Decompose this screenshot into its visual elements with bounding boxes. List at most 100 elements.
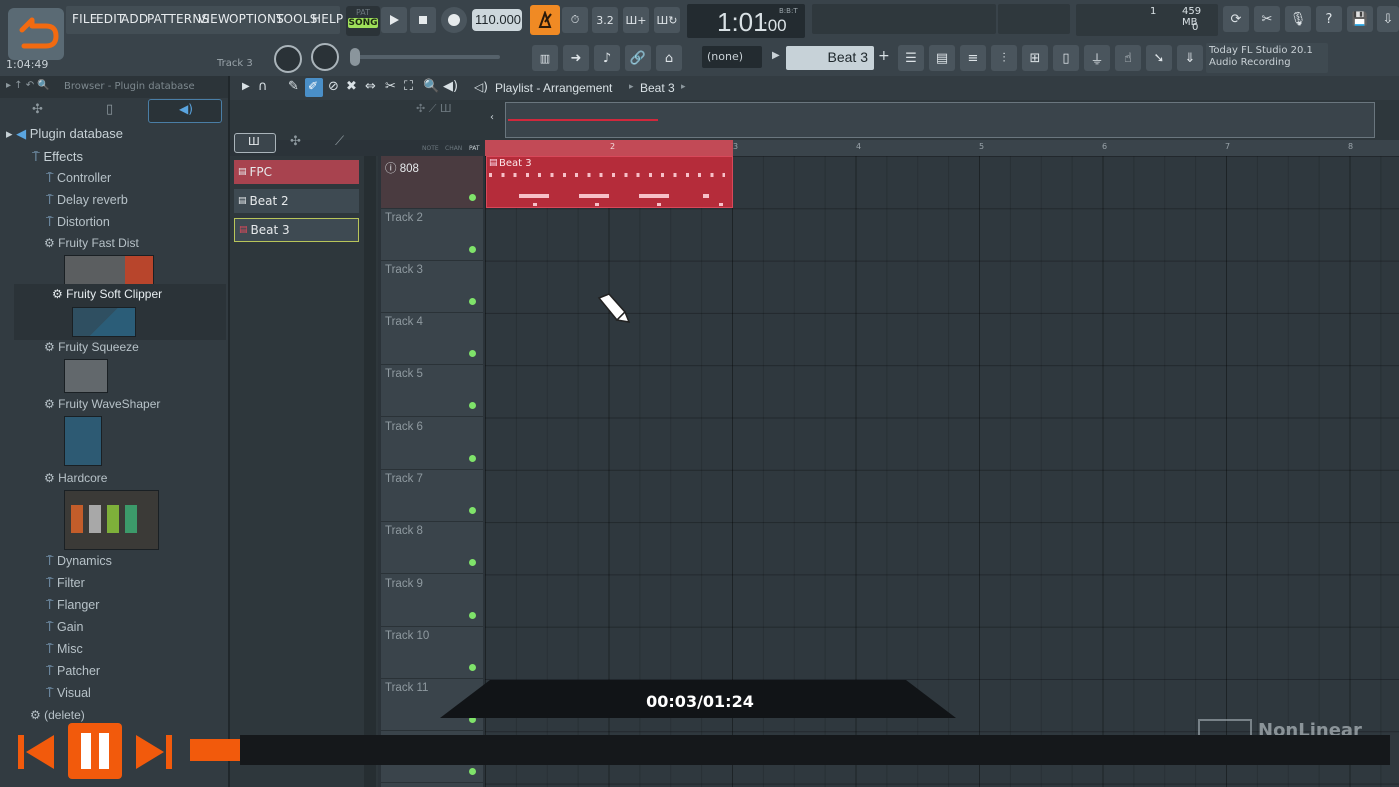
track-header-4[interactable]: Track 4 xyxy=(381,312,483,365)
playlist-button[interactable]: ☰ xyxy=(898,45,924,71)
track-active-indicator[interactable] xyxy=(469,350,476,357)
plugin-button[interactable]: ⏚ xyxy=(1084,45,1110,71)
pattern-beat-2[interactable]: ▤ Beat 2 xyxy=(234,189,359,213)
track-header-6[interactable]: Track 6 xyxy=(381,417,483,470)
automation-view-icon[interactable]: ✣ xyxy=(290,134,301,149)
track-header-9[interactable]: Track 9 xyxy=(381,574,483,627)
tree-flanger[interactable]: ⍑ Flanger xyxy=(46,598,99,613)
track-active-indicator[interactable] xyxy=(469,664,476,671)
master-pitch-knob[interactable] xyxy=(311,43,339,71)
track-header-1[interactable]: ⓘ 808 xyxy=(381,156,483,209)
track-active-indicator[interactable] xyxy=(469,298,476,305)
link-button[interactable]: 🔗 xyxy=(625,45,651,71)
save-button[interactable]: 💾 xyxy=(1347,6,1373,32)
pattern-beat-3[interactable]: ▤ Beat 3 xyxy=(234,218,359,242)
arrow-button[interactable]: ➜ xyxy=(563,45,589,71)
metronome-button[interactable] xyxy=(530,5,560,35)
browser-button[interactable]: ⊞ xyxy=(1022,45,1048,71)
master-volume-knob[interactable] xyxy=(274,45,302,73)
slip-tool-icon[interactable]: ⇔ xyxy=(365,79,376,94)
tree-gain[interactable]: ⍑ Gain xyxy=(46,620,83,635)
stamp-button[interactable]: ⌂ xyxy=(656,45,682,71)
stepseq-button[interactable]: ▤ xyxy=(929,45,955,71)
select-tool-icon[interactable]: ⛶ xyxy=(404,79,413,94)
add-pattern-icon[interactable]: + xyxy=(878,48,890,64)
track-header-8[interactable]: Track 8 xyxy=(381,521,483,574)
refresh-button[interactable]: ⟳ xyxy=(1223,6,1249,32)
magnet-icon[interactable]: ∩ xyxy=(258,79,268,94)
blend-notes-button[interactable]: Ш+ xyxy=(623,7,649,33)
tree-delete[interactable]: ⚙ (delete) xyxy=(30,708,85,722)
tree-effects[interactable]: ⍑ Effects xyxy=(32,149,83,165)
pat-song-toggle[interactable]: PAT SONG xyxy=(346,6,380,36)
piano-roll-button[interactable]: ▥ xyxy=(532,45,558,71)
plugin-waveshaper[interactable]: ⚙ Fruity WaveShaper xyxy=(44,397,160,411)
track-active-indicator[interactable] xyxy=(469,455,476,462)
playback-tool-icon[interactable]: ◀) xyxy=(443,79,458,94)
tree-distortion[interactable]: ⍑ Distortion xyxy=(46,215,110,230)
mute-tool-icon[interactable]: ✖ xyxy=(346,79,357,94)
menu-add[interactable]: ADD xyxy=(121,12,148,26)
overview-scroller[interactable] xyxy=(505,102,1375,138)
help-button[interactable]: ? xyxy=(1316,6,1342,32)
track-active-indicator[interactable] xyxy=(469,402,476,409)
track-active-indicator[interactable] xyxy=(469,194,476,201)
mixer-button[interactable]: ⫶ xyxy=(991,45,1017,71)
next-button[interactable] xyxy=(132,729,176,775)
timeline-ruler[interactable]: 2 3 4 5 6 7 8 xyxy=(485,140,1399,156)
progress-track[interactable] xyxy=(240,735,1390,765)
plugins-tab[interactable]: ◀) xyxy=(148,99,222,123)
track-active-indicator[interactable] xyxy=(469,507,476,514)
snap-select[interactable]: (none) xyxy=(702,46,762,68)
wait-input-button[interactable]: ⏱ xyxy=(562,7,588,33)
download-button[interactable]: ⇓ xyxy=(1177,45,1203,71)
mix-slider-handle[interactable] xyxy=(350,48,360,66)
tree-controller[interactable]: ⍑ Controller xyxy=(46,171,111,186)
pattern-fpc[interactable]: ▤ FPC xyxy=(234,160,359,184)
tree-dynamics[interactable]: ⍑ Dynamics xyxy=(46,554,112,569)
files-tab-icon[interactable]: ▯ xyxy=(106,102,113,117)
pattern-clip-beat-3[interactable]: ▤ Beat 3 xyxy=(486,156,733,208)
menu-view[interactable]: VIEW xyxy=(198,12,230,26)
channel-rack-button[interactable]: ≡ xyxy=(960,45,986,71)
track-active-indicator[interactable] xyxy=(469,559,476,566)
track-header-3[interactable]: Track 3 xyxy=(381,260,483,313)
playhead-marker[interactable] xyxy=(485,140,733,156)
countdown-button[interactable]: 3.2 xyxy=(592,7,618,33)
scroll-left-icon[interactable]: ‹ xyxy=(490,112,494,123)
audio-view-icon[interactable]: ⟋ xyxy=(335,134,344,149)
tree-misc[interactable]: ⍑ Misc xyxy=(46,642,83,657)
tree-visual[interactable]: ⍑ Visual xyxy=(46,686,91,701)
plugin-fast-dist[interactable]: ⚙ Fruity Fast Dist xyxy=(44,236,139,250)
tempo-tap-button[interactable]: ➘ xyxy=(1146,45,1172,71)
mix-slider[interactable] xyxy=(350,55,500,59)
picker-scrollbar[interactable] xyxy=(364,156,376,787)
track-header-5[interactable]: Track 5 xyxy=(381,364,483,417)
piano-view-button[interactable]: Ш xyxy=(234,133,276,153)
plugin-squeeze[interactable]: ⚙ Fruity Squeeze xyxy=(44,340,139,354)
track-header-2[interactable]: Track 2 xyxy=(381,208,483,261)
slice-tool-icon[interactable]: ✂ xyxy=(385,79,396,94)
draw-tool-icon[interactable]: ✎ xyxy=(288,79,299,94)
pattern-selector[interactable]: Beat 3 xyxy=(786,46,874,70)
plugin-soft-clipper[interactable]: ⚙ Fruity Soft Clipper xyxy=(52,287,162,301)
paint-tool-button[interactable]: ✐ xyxy=(305,78,323,97)
pause-button[interactable] xyxy=(68,723,122,779)
back-arrow-icon[interactable] xyxy=(8,8,64,60)
track-active-indicator[interactable] xyxy=(469,612,476,619)
all-tab-icon[interactable]: ✣ xyxy=(32,102,43,117)
tree-filter[interactable]: ⍑ Filter xyxy=(46,576,85,591)
playlist-options-icon[interactable]: ▶ xyxy=(242,81,250,92)
time-display[interactable]: 1:01 :00 B:B:T xyxy=(687,4,805,38)
track-active-indicator[interactable] xyxy=(469,246,476,253)
news-panel[interactable]: Today FL Studio 20.1 Audio Recording xyxy=(1206,43,1328,73)
play-button[interactable] xyxy=(381,7,407,33)
mic-button[interactable]: 🎙 xyxy=(1285,6,1311,32)
zoom-tool-icon[interactable]: 🔍 xyxy=(423,79,439,94)
tempo-display[interactable]: 110.000 xyxy=(472,9,522,31)
project-button[interactable]: ▯ xyxy=(1053,45,1079,71)
edison-button[interactable]: ♪ xyxy=(594,45,620,71)
cut-button[interactable]: ✂ xyxy=(1254,6,1280,32)
tree-delay[interactable]: ⍑ Delay reverb xyxy=(46,193,128,208)
squeeze-thumbnail[interactable] xyxy=(64,359,108,393)
